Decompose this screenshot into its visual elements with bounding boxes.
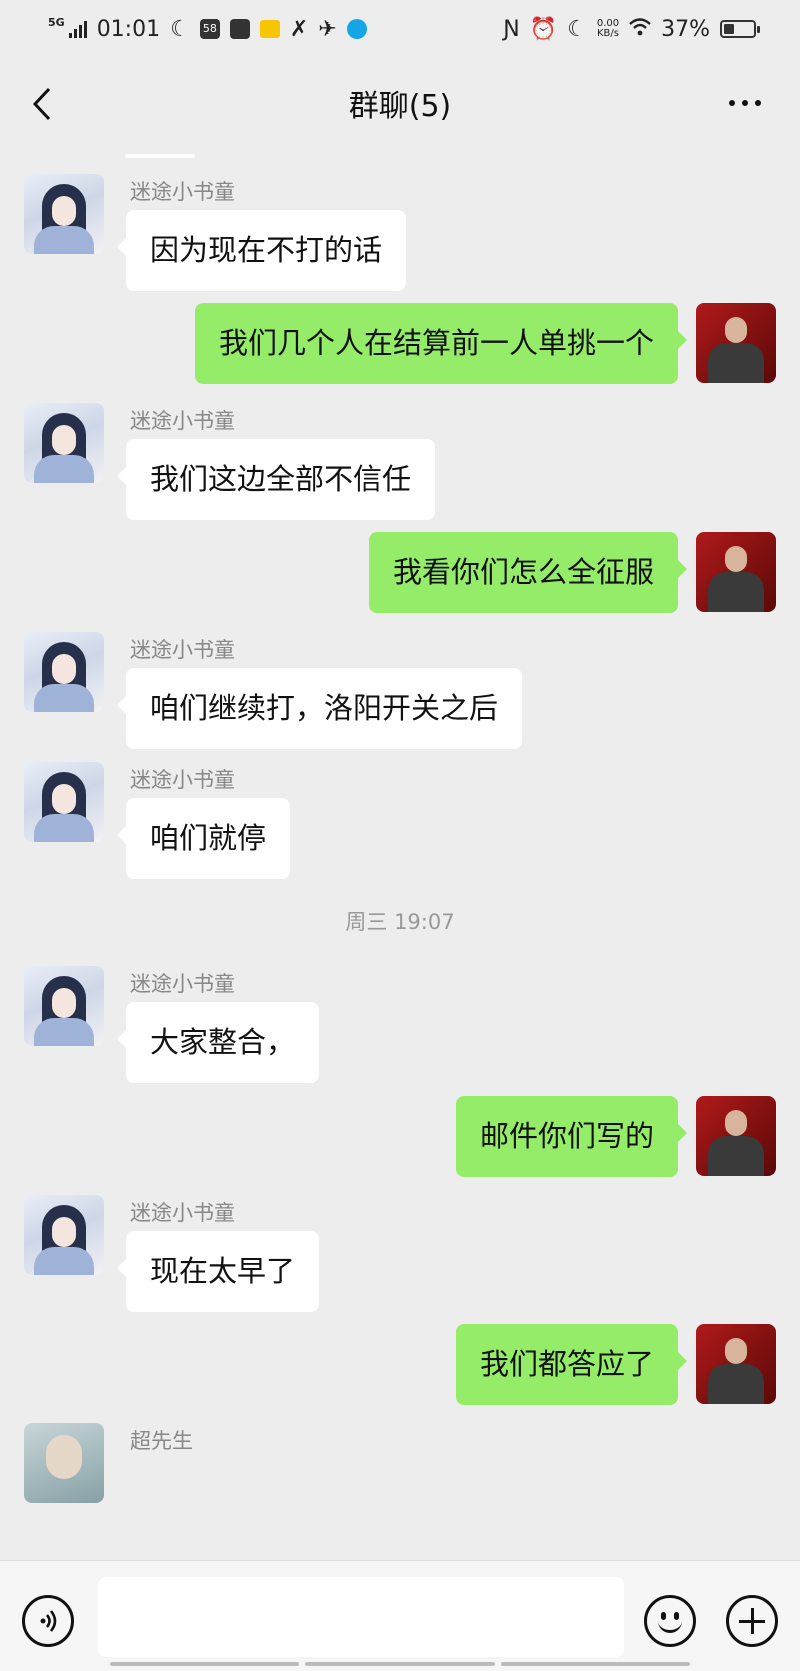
network-type: 5G: [48, 15, 65, 29]
avatar[interactable]: [24, 1195, 104, 1275]
moon-icon: ☾: [567, 16, 587, 42]
chevron-left-icon: [32, 87, 51, 121]
input-bar: [0, 1560, 800, 1671]
sender-name: 超先生: [130, 1429, 193, 1453]
signal-icon: [68, 20, 87, 38]
avatar[interactable]: [24, 174, 104, 254]
avatar[interactable]: [24, 632, 104, 712]
figure-icon: ✗: [289, 16, 309, 42]
alarm-icon: ⏰: [529, 16, 558, 42]
net-speed-unit: KB/s: [596, 28, 619, 39]
battery-level: [724, 24, 735, 34]
message-bubble[interactable]: 我们都答应了: [455, 1324, 688, 1405]
gesture-bar: [110, 1662, 690, 1668]
emoji-eye: [661, 1612, 666, 1620]
page-title: 群聊(5): [348, 89, 452, 124]
emoji-button[interactable]: [644, 1595, 696, 1647]
message-bubble[interactable]: 咱们继续打，洛阳开关之后: [116, 668, 523, 749]
dot-icon: [729, 100, 735, 106]
message-list[interactable]: 迷途小书童 因为现在不打的话 我们几个人在结算前一人单挑一个 迷途小书童 我们这…: [0, 148, 800, 1560]
sender-name: 迷途小书童: [130, 768, 235, 792]
sender-name: 迷途小书童: [130, 972, 235, 996]
avatar[interactable]: [24, 1423, 104, 1503]
avatar[interactable]: [24, 762, 104, 842]
voice-icon: [40, 1610, 57, 1632]
message-bubble[interactable]: 因为现在不打的话: [116, 210, 407, 291]
dot-icon: [755, 100, 761, 106]
nfc-icon: Ɲ: [503, 16, 520, 42]
clock: 01:01: [96, 16, 161, 42]
battery-icon: [720, 20, 760, 38]
emoji-eye: [674, 1612, 679, 1620]
scroll-fade-indicator: [125, 154, 195, 158]
message-bubble[interactable]: 现在太早了: [116, 1231, 320, 1312]
emoji-smile: [658, 1620, 682, 1633]
message-bubble[interactable]: 邮件你们写的: [455, 1096, 688, 1177]
avatar[interactable]: [696, 303, 776, 383]
avatar[interactable]: [696, 1324, 776, 1404]
dot-icon: [742, 100, 748, 106]
message-input[interactable]: [98, 1577, 624, 1657]
sender-name: 迷途小书童: [130, 180, 235, 204]
chat-header: 群聊(5): [0, 58, 800, 148]
browser-icon: [346, 19, 367, 39]
message-bubble[interactable]: 我看你们怎么全征服: [368, 532, 688, 613]
plus-button[interactable]: [726, 1595, 778, 1647]
timestamp: 周三 19:07: [345, 910, 455, 934]
app-icon: [229, 19, 250, 39]
app-notification-icon: [259, 20, 280, 38]
voice-input-button[interactable]: [22, 1595, 74, 1647]
send-icon: ✈: [318, 16, 337, 42]
back-button[interactable]: [22, 82, 62, 126]
notification-badge: 58: [199, 19, 220, 39]
avatar[interactable]: [696, 532, 776, 612]
message-bubble[interactable]: 我们几个人在结算前一人单挑一个: [194, 303, 688, 384]
more-options-button[interactable]: [720, 88, 770, 118]
sender-name: 迷途小书童: [130, 409, 235, 433]
moon-icon: ☾: [170, 16, 190, 42]
status-bar: 5G 01:01 ☾ 58 ✗ ✈ Ɲ ⏰ ☾ 0.00 KB/s 37%: [0, 0, 800, 58]
sender-name: 迷途小书童: [130, 1201, 235, 1225]
message-bubble[interactable]: 咱们就停: [116, 798, 291, 879]
avatar[interactable]: [24, 403, 104, 483]
avatar[interactable]: [696, 1096, 776, 1176]
sender-name: 迷途小书童: [130, 638, 235, 662]
avatar[interactable]: [24, 966, 104, 1046]
message-bubble[interactable]: 我们这边全部不信任: [116, 439, 436, 520]
battery-percent: 37%: [661, 16, 710, 42]
message-bubble[interactable]: 大家整合，: [116, 1002, 320, 1083]
net-speed: 0.00 KB/s: [597, 19, 619, 39]
wifi-icon: [629, 17, 651, 42]
